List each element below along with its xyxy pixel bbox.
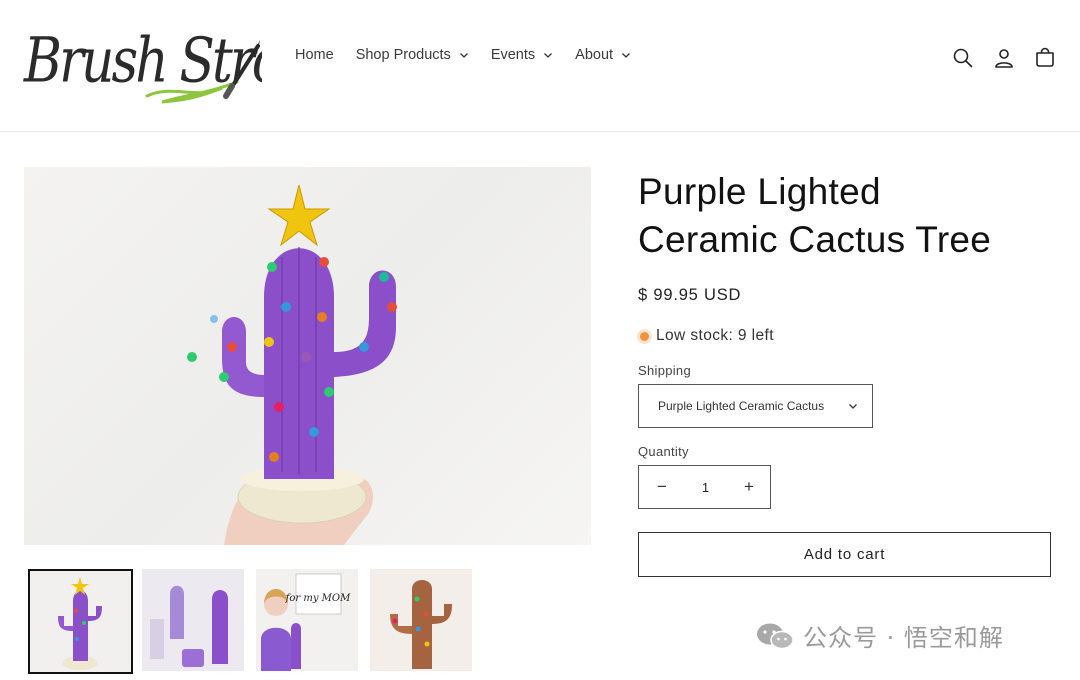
- product-main-image[interactable]: [24, 167, 591, 545]
- nav-home-label: Home: [295, 47, 334, 63]
- quantity-decrease-button[interactable]: −: [655, 477, 669, 497]
- watermark-text: 公众号 · 悟空和解: [803, 624, 1004, 652]
- thumbnail-3[interactable]: for my MOM: [256, 569, 358, 671]
- account-icon[interactable]: [991, 45, 1017, 71]
- wechat-icon: [757, 623, 794, 649]
- cart-icon[interactable]: [1032, 45, 1058, 71]
- nav-shop-products[interactable]: Shop Products: [356, 47, 469, 63]
- product-title: Purple Lighted Ceramic Cactus Tree: [638, 168, 1058, 264]
- thumbnail-1[interactable]: [28, 569, 133, 674]
- quantity-input[interactable]: 1: [702, 480, 709, 495]
- site-header: Brush Strokes Home Shop Products Events …: [0, 0, 1080, 132]
- chevron-down-icon: [544, 53, 553, 58]
- add-to-cart-button[interactable]: Add to cart: [638, 532, 1051, 577]
- quantity-label: Quantity: [638, 444, 689, 459]
- logo-artwork: Brush Strokes: [23, 25, 262, 104]
- nav-about-label: About: [575, 47, 614, 63]
- nav-events[interactable]: Events: [491, 47, 553, 63]
- product-title-line2: Ceramic Cactus Tree: [638, 219, 992, 260]
- watermark: 公众号 · 悟空和解: [755, 618, 1004, 653]
- nav-about[interactable]: About: [575, 47, 631, 63]
- shipping-select[interactable]: Purple Lighted Ceramic Cactus: [638, 384, 873, 428]
- chevron-down-icon: [622, 53, 631, 58]
- stock-text: Low stock: 9 left: [656, 327, 774, 344]
- shipping-label: Shipping: [638, 363, 691, 378]
- quantity-increase-button[interactable]: +: [742, 477, 756, 497]
- brand-logo[interactable]: Brush Strokes: [22, 10, 262, 110]
- shipping-select-value: Purple Lighted Ceramic Cactus: [658, 399, 825, 413]
- stock-status: Low stock: 9 left: [638, 327, 1058, 345]
- product-info: Purple Lighted Ceramic Cactus Tree $ 99.…: [638, 168, 1058, 577]
- product-price: $ 99.95 USD: [638, 286, 742, 304]
- main-nav: Home Shop Products Events About: [295, 47, 653, 63]
- thumbnail-4[interactable]: [370, 569, 472, 671]
- header-icons: [950, 45, 1073, 71]
- nav-home[interactable]: Home: [295, 47, 334, 63]
- search-icon[interactable]: [950, 45, 976, 71]
- product-title-line1: Purple Lighted: [638, 171, 881, 212]
- thumb-sign-text: for my MOM: [285, 593, 351, 604]
- chevron-down-icon: [849, 404, 857, 409]
- nav-events-label: Events: [490, 47, 536, 63]
- nav-shop-products-label: Shop Products: [355, 47, 451, 63]
- thumbnail-2[interactable]: [142, 569, 244, 671]
- quantity-stepper: − 1 +: [638, 465, 771, 509]
- stock-dot-icon: [640, 331, 649, 341]
- thumbnail-gallery: for my MOM: [28, 569, 484, 674]
- cactus-photo: [187, 184, 397, 545]
- chevron-down-icon: [459, 53, 468, 58]
